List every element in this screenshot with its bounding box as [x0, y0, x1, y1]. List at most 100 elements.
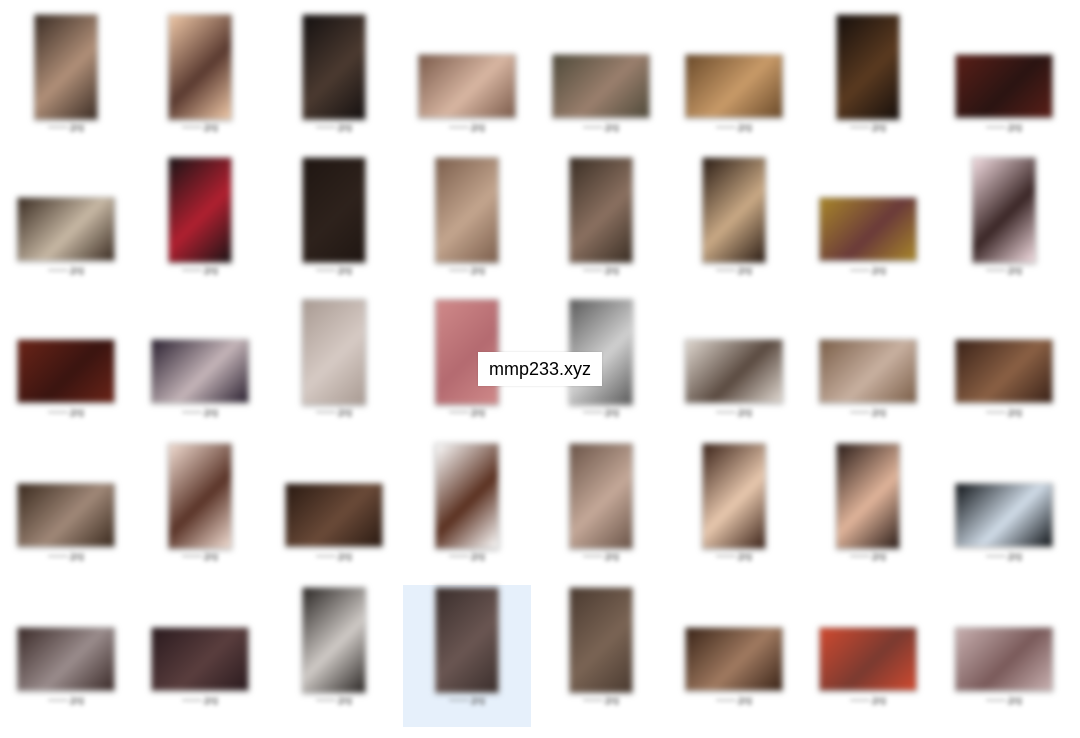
file-name-label: ——.jpg [448, 265, 486, 276]
file-name-label: ——.jpg [47, 122, 85, 133]
file-item[interactable]: ——.jpg [670, 441, 798, 583]
file-thumbnail [34, 14, 98, 120]
file-item[interactable]: ——.jpg [136, 441, 264, 583]
file-item[interactable]: ——.jpg [2, 441, 130, 583]
file-name-label: ——.jpg [448, 551, 486, 562]
file-item[interactable]: ——.jpg [2, 155, 130, 297]
file-item[interactable]: ——.jpg [940, 297, 1068, 439]
file-name-label: ——.jpg [47, 695, 85, 706]
file-name-label: ——.jpg [181, 695, 219, 706]
file-item[interactable]: ——.jpg [940, 441, 1068, 583]
file-item[interactable]: ——.jpg [670, 585, 798, 727]
file-name-label: ——.jpg [448, 695, 486, 706]
file-thumbnail [151, 339, 249, 403]
file-name-label: ——.jpg [985, 551, 1023, 562]
file-thumbnail [302, 157, 366, 263]
file-item[interactable]: ——.jpg [403, 585, 531, 727]
file-item[interactable]: ——.jpg [804, 441, 932, 583]
file-item[interactable]: ——.jpg [940, 12, 1068, 154]
file-name-label: ——.jpg [47, 551, 85, 562]
file-name-label: ——.jpg [715, 407, 753, 418]
file-name-label: ——.jpg [985, 122, 1023, 133]
file-thumbnail [17, 197, 115, 261]
file-thumbnail [836, 14, 900, 120]
file-name-label: ——.jpg [849, 695, 887, 706]
file-name-label: ——.jpg [849, 551, 887, 562]
file-thumbnail [702, 157, 766, 263]
file-name-label: ——.jpg [985, 265, 1023, 276]
file-item[interactable]: ——.jpg [136, 12, 264, 154]
file-name-label: ——.jpg [181, 122, 219, 133]
file-thumbnail [955, 483, 1053, 547]
file-name-label: ——.jpg [315, 265, 353, 276]
file-item[interactable]: ——.jpg [2, 12, 130, 154]
file-item[interactable]: ——.jpg [270, 12, 398, 154]
file-item[interactable]: ——.jpg [804, 12, 932, 154]
file-name-label: ——.jpg [715, 551, 753, 562]
file-item[interactable]: ——.jpg [940, 585, 1068, 727]
file-item[interactable]: ——.jpg [136, 297, 264, 439]
file-item[interactable]: ——.jpg [2, 585, 130, 727]
file-thumbnail [685, 54, 783, 118]
file-item[interactable]: ——.jpg [537, 12, 665, 154]
file-item[interactable]: ——.jpg [804, 155, 932, 297]
file-name-label: ——.jpg [181, 551, 219, 562]
file-name-label: ——.jpg [985, 695, 1023, 706]
file-name-label: ——.jpg [849, 407, 887, 418]
file-item[interactable]: ——.jpg [270, 155, 398, 297]
file-item[interactable]: ——.jpg [670, 155, 798, 297]
file-thumbnail [569, 157, 633, 263]
file-thumbnail [685, 627, 783, 691]
file-item[interactable]: ——.jpg [940, 155, 1068, 297]
file-thumbnail [569, 587, 633, 693]
file-item[interactable]: ——.jpg [270, 441, 398, 583]
file-thumbnail [418, 54, 516, 118]
file-thumbnail [435, 587, 499, 693]
file-item[interactable]: ——.jpg [136, 585, 264, 727]
file-thumbnail [955, 627, 1053, 691]
file-item[interactable]: ——.jpg [270, 297, 398, 439]
file-item[interactable]: ——.jpg [804, 297, 932, 439]
file-name-label: ——.jpg [47, 407, 85, 418]
file-name-label: ——.jpg [715, 122, 753, 133]
file-item[interactable]: ——.jpg [403, 155, 531, 297]
file-thumbnail [819, 197, 917, 261]
file-name-label: ——.jpg [715, 265, 753, 276]
file-thumbnail [819, 339, 917, 403]
file-name-label: ——.jpg [849, 122, 887, 133]
file-name-label: ——.jpg [582, 551, 620, 562]
file-thumbnail [972, 157, 1036, 263]
file-item[interactable]: ——.jpg [670, 12, 798, 154]
file-name-label: ——.jpg [315, 122, 353, 133]
file-name-label: ——.jpg [448, 407, 486, 418]
file-thumbnail [17, 627, 115, 691]
file-name-label: ——.jpg [47, 265, 85, 276]
file-thumbnail [17, 339, 115, 403]
file-thumbnail [17, 483, 115, 547]
file-name-label: ——.jpg [582, 122, 620, 133]
file-name-label: ——.jpg [315, 407, 353, 418]
file-item[interactable]: ——.jpg [537, 441, 665, 583]
file-name-label: ——.jpg [181, 407, 219, 418]
file-thumbnail [685, 339, 783, 403]
file-item[interactable]: ——.jpg [403, 12, 531, 154]
file-name-label: ——.jpg [448, 122, 486, 133]
file-thumbnail [435, 157, 499, 263]
file-item[interactable]: ——.jpg [270, 585, 398, 727]
file-item[interactable]: ——.jpg [2, 297, 130, 439]
file-name-label: ——.jpg [849, 265, 887, 276]
file-thumbnail [552, 54, 650, 118]
file-item[interactable]: ——.jpg [804, 585, 932, 727]
file-item[interactable]: ——.jpg [136, 155, 264, 297]
file-item[interactable]: ——.jpg [403, 441, 531, 583]
file-item[interactable]: ——.jpg [537, 585, 665, 727]
file-item[interactable]: ——.jpg [537, 155, 665, 297]
file-item[interactable]: ——.jpg [670, 297, 798, 439]
file-thumbnail [168, 443, 232, 549]
file-name-label: ——.jpg [582, 265, 620, 276]
file-thumbnail [168, 157, 232, 263]
file-thumbnail [168, 14, 232, 120]
file-thumbnail [702, 443, 766, 549]
file-name-label: ——.jpg [582, 407, 620, 418]
file-thumbnail [302, 587, 366, 693]
